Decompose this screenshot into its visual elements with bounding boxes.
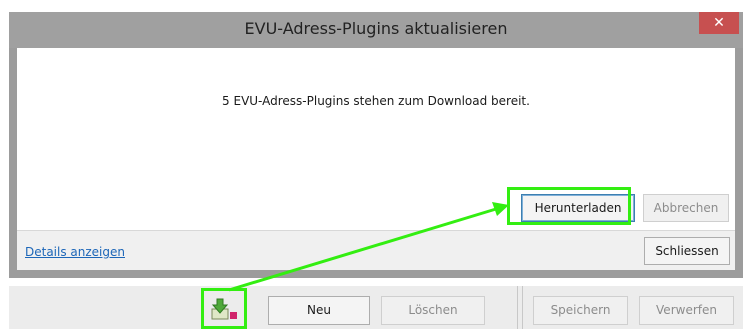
download-message: 5 EVU-Adress-Plugins stehen zum Download… [222, 94, 530, 108]
close-button[interactable]: Schliessen [644, 237, 730, 265]
toolbar-divider [522, 286, 523, 329]
discard-button[interactable]: Verwerfen [639, 296, 734, 325]
close-icon[interactable]: ✕ [699, 12, 739, 34]
cancel-button[interactable]: Abbrechen [643, 194, 729, 222]
details-link[interactable]: Details anzeigen [25, 245, 125, 259]
toolbar-divider [517, 286, 518, 329]
bottom-toolbar [9, 286, 743, 329]
save-button[interactable]: Speichern [533, 296, 628, 325]
dialog-footer: Details anzeigen Schliessen [17, 230, 735, 270]
delete-button[interactable]: Löschen [381, 296, 485, 325]
download-button-highlight [507, 187, 631, 225]
dialog-titlebar[interactable]: EVU-Adress-Plugins aktualisieren ✕ [9, 12, 743, 48]
dialog-title: EVU-Adress-Plugins aktualisieren [244, 19, 508, 38]
update-dialog: EVU-Adress-Plugins aktualisieren ✕ 5 EVU… [9, 12, 743, 278]
new-button[interactable]: Neu [268, 296, 370, 325]
toolbar-icon-highlight [201, 288, 247, 329]
